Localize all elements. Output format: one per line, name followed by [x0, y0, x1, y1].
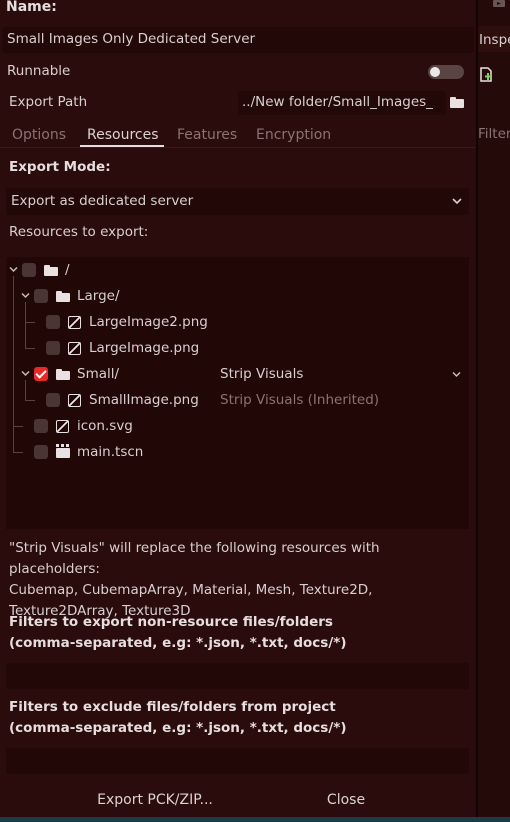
image-icon	[68, 394, 81, 407]
tab-separator	[0, 147, 476, 148]
folder-icon	[56, 369, 70, 380]
scene-icon	[56, 444, 70, 458]
tab-inspector[interactable]: Inspe	[478, 26, 510, 52]
chevron-down-icon	[452, 198, 462, 205]
export-mode-value: Export as dedicated server	[11, 193, 194, 209]
folder-icon	[450, 97, 464, 108]
tree-item-root[interactable]: /	[6, 257, 469, 283]
tree-item-large[interactable]: Large/	[6, 283, 469, 309]
exclude-filters-label: Filters to exclude files/folders from pr…	[9, 697, 347, 739]
tree-item-main-tscn[interactable]: main.tscn	[6, 439, 469, 465]
export-path-label: Export Path	[9, 94, 88, 110]
tree-item-label: LargeImage.png	[89, 340, 200, 356]
tree-checkbox[interactable]	[34, 419, 48, 433]
tree-item-label: Small/	[77, 366, 120, 382]
inherited-mode-label: Strip Visuals (Inherited)	[220, 392, 380, 408]
export-mode-select[interactable]: Export as dedicated server	[6, 188, 469, 215]
tree-checkbox[interactable]	[22, 263, 36, 277]
monitor-icon[interactable]	[492, 0, 506, 10]
export-dialog: Name: Small Images Only Dedicated Server…	[0, 0, 476, 822]
strip-note-line: "Strip Visuals" will replace the followi…	[9, 540, 380, 577]
image-icon	[68, 342, 81, 355]
preset-name-field[interactable]: Small Images Only Dedicated Server	[2, 27, 474, 53]
export-path-text: ../New folder/Small_Images_	[242, 94, 433, 110]
include-filters-label-line: Filters to export non-resource files/fol…	[9, 614, 333, 630]
preset-name-text: Small Images Only Dedicated Server	[7, 31, 256, 47]
chevron-down-icon[interactable]	[21, 370, 30, 377]
tree-item-label: main.tscn	[77, 444, 144, 460]
runnable-label: Runnable	[7, 63, 71, 79]
export-mode-dropdown[interactable]: Strip Visuals	[220, 366, 303, 382]
tree-item-largeimage2[interactable]: LargeImage2.png	[6, 309, 469, 335]
tree-checkbox[interactable]	[34, 445, 48, 459]
tab-options[interactable]: Options	[12, 124, 66, 146]
strip-visuals-note: "Strip Visuals" will replace the followi…	[9, 538, 474, 622]
tree-item-label: /	[65, 262, 70, 278]
close-button[interactable]: Close	[318, 788, 374, 812]
tree-item-label: LargeImage2.png	[89, 314, 208, 330]
tree-checkbox[interactable]	[34, 289, 48, 303]
image-icon	[68, 316, 81, 329]
tree-item-icon-svg[interactable]: icon.svg	[6, 413, 469, 439]
tree-item-label: icon.svg	[77, 418, 133, 434]
export-mode-label: Export Mode:	[9, 159, 111, 175]
tree-item-smallimage[interactable]: SmallImage.png Strip Visuals (Inherited)	[6, 387, 469, 413]
chevron-down-icon[interactable]	[452, 371, 461, 378]
tab-inspector-label: Inspe	[479, 32, 510, 48]
export-path-input[interactable]: ../New folder/Small_Images_	[238, 91, 446, 115]
chevron-down-icon[interactable]	[9, 266, 18, 273]
new-resource-icon[interactable]	[480, 67, 494, 82]
exclude-filters-input[interactable]	[6, 748, 469, 774]
exclude-filters-label-line: Filters to exclude files/folders from pr…	[9, 699, 336, 715]
include-filters-input[interactable]	[6, 663, 469, 689]
exclude-filters-label-line: (comma-separated, e.g: *.json, *.txt, do…	[9, 720, 347, 736]
tree-checkbox[interactable]	[46, 393, 60, 407]
browse-folder-button[interactable]	[450, 96, 466, 110]
tree-item-label: SmallImage.png	[89, 392, 199, 408]
export-pck-button[interactable]: Export PCK/ZIP...	[96, 788, 214, 812]
resources-label: Resources to export:	[9, 224, 149, 240]
chevron-down-icon[interactable]	[21, 292, 30, 299]
folder-icon	[44, 265, 58, 276]
inspector-pane: Inspe Filter	[478, 0, 510, 822]
tree-checkbox[interactable]	[46, 341, 60, 355]
include-filters-label: Filters to export non-resource files/fol…	[9, 612, 347, 654]
tree-checkbox[interactable]	[46, 315, 60, 329]
tree-item-small[interactable]: Small/ Strip Visuals	[6, 361, 469, 387]
folder-icon	[56, 291, 70, 302]
tab-features[interactable]: Features	[177, 124, 237, 146]
name-label: Name:	[6, 0, 57, 15]
tree-item-label: Large/	[77, 288, 120, 304]
tree-item-largeimage[interactable]: LargeImage.png	[6, 335, 469, 361]
include-filters-label-line: (comma-separated, e.g: *.json, *.txt, do…	[9, 635, 347, 651]
tab-resources[interactable]: Resources	[87, 124, 159, 146]
status-strip	[0, 817, 510, 822]
tab-encryption[interactable]: Encryption	[256, 124, 331, 146]
runnable-toggle[interactable]	[428, 65, 464, 79]
tree-checkbox-checked[interactable]	[34, 367, 48, 381]
strip-note-line: Cubemap, CubemapArray, Material, Mesh, T…	[9, 582, 373, 598]
image-icon	[56, 420, 69, 433]
filter-properties-label[interactable]: Filter	[478, 126, 510, 142]
resources-tree[interactable]: / Large/ LargeImage2.png LargeImage.png …	[6, 257, 469, 529]
